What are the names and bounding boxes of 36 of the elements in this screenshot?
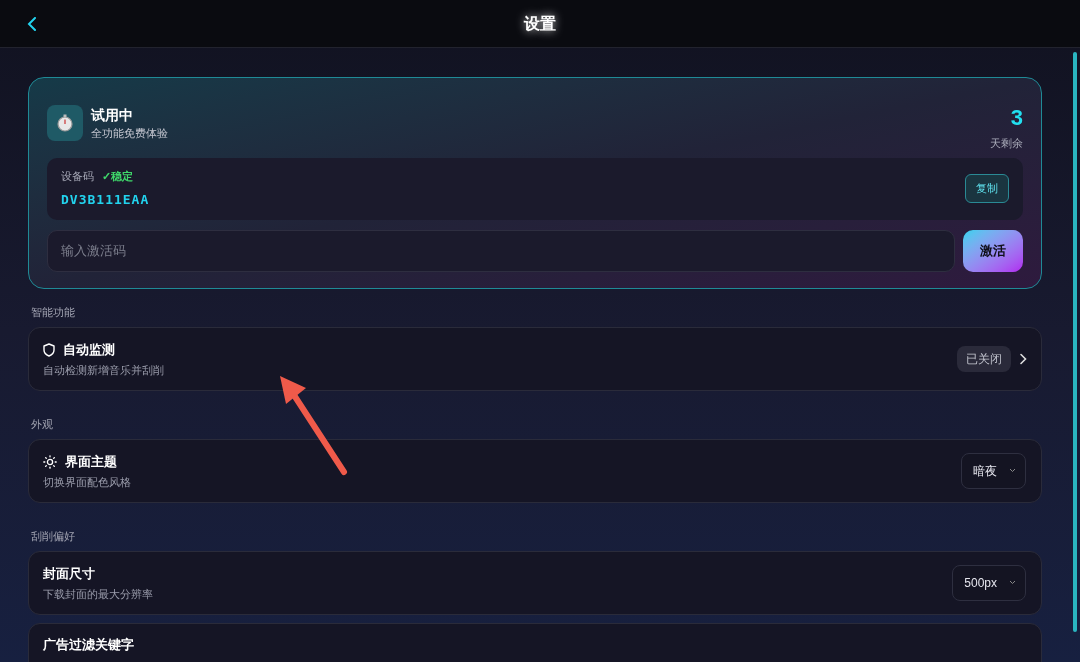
trial-subtitle: 全功能免费体验	[91, 126, 168, 141]
activation-code-field[interactable]: 输入激活码	[47, 229, 955, 272]
scrollbar[interactable]	[1073, 52, 1077, 632]
section-label: 外观	[31, 416, 54, 431]
stopwatch-icon	[47, 105, 83, 141]
activate-button[interactable]: 激活	[963, 229, 1023, 272]
status-badge: 已关闭	[957, 345, 1011, 372]
setting-description: 切换界面配色风格	[43, 474, 131, 489]
setting-description: 下载封面的最大分辨率	[43, 586, 153, 601]
setting-title: 广告过滤关键字	[43, 635, 134, 654]
page-title: 设置	[524, 13, 556, 34]
setting-row[interactable]: 自动监测 自动检测新增音乐并刮削 已关闭	[28, 326, 1042, 391]
back-icon	[27, 16, 37, 31]
setting-title: 自动监测	[63, 340, 115, 359]
days-label: 天剩余	[990, 136, 1023, 151]
caret-icon	[1009, 468, 1016, 473]
days-remaining: 3	[1010, 105, 1023, 131]
setting-title: 封面尺寸	[43, 564, 95, 583]
caret-icon	[1009, 580, 1016, 585]
dropdown[interactable]: 暗夜	[961, 452, 1026, 489]
setting-description: 自动检测新增音乐并刮削	[43, 362, 164, 377]
device-code-label: 设备码	[61, 169, 94, 184]
setting-row[interactable]: 界面主题 切换界面配色风格 暗夜	[28, 438, 1042, 503]
section-label: 智能功能	[31, 304, 76, 319]
device-status: ✓稳定	[102, 169, 133, 184]
chevron-right-icon	[1019, 352, 1027, 365]
dropdown[interactable]: 500px	[952, 564, 1026, 601]
setting-title: 界面主题	[65, 452, 117, 471]
setting-row[interactable]: 广告过滤关键字	[28, 622, 1042, 662]
copy-button[interactable]: 复制	[965, 174, 1009, 203]
trial-title: 试用中	[91, 106, 134, 125]
section-label: 刮削偏好	[31, 528, 76, 543]
setting-row[interactable]: 封面尺寸 下载封面的最大分辨率 500px	[28, 550, 1042, 615]
shield-icon	[43, 342, 55, 357]
sun-icon	[43, 454, 57, 469]
device-code: DV3B111EAA	[61, 190, 150, 209]
